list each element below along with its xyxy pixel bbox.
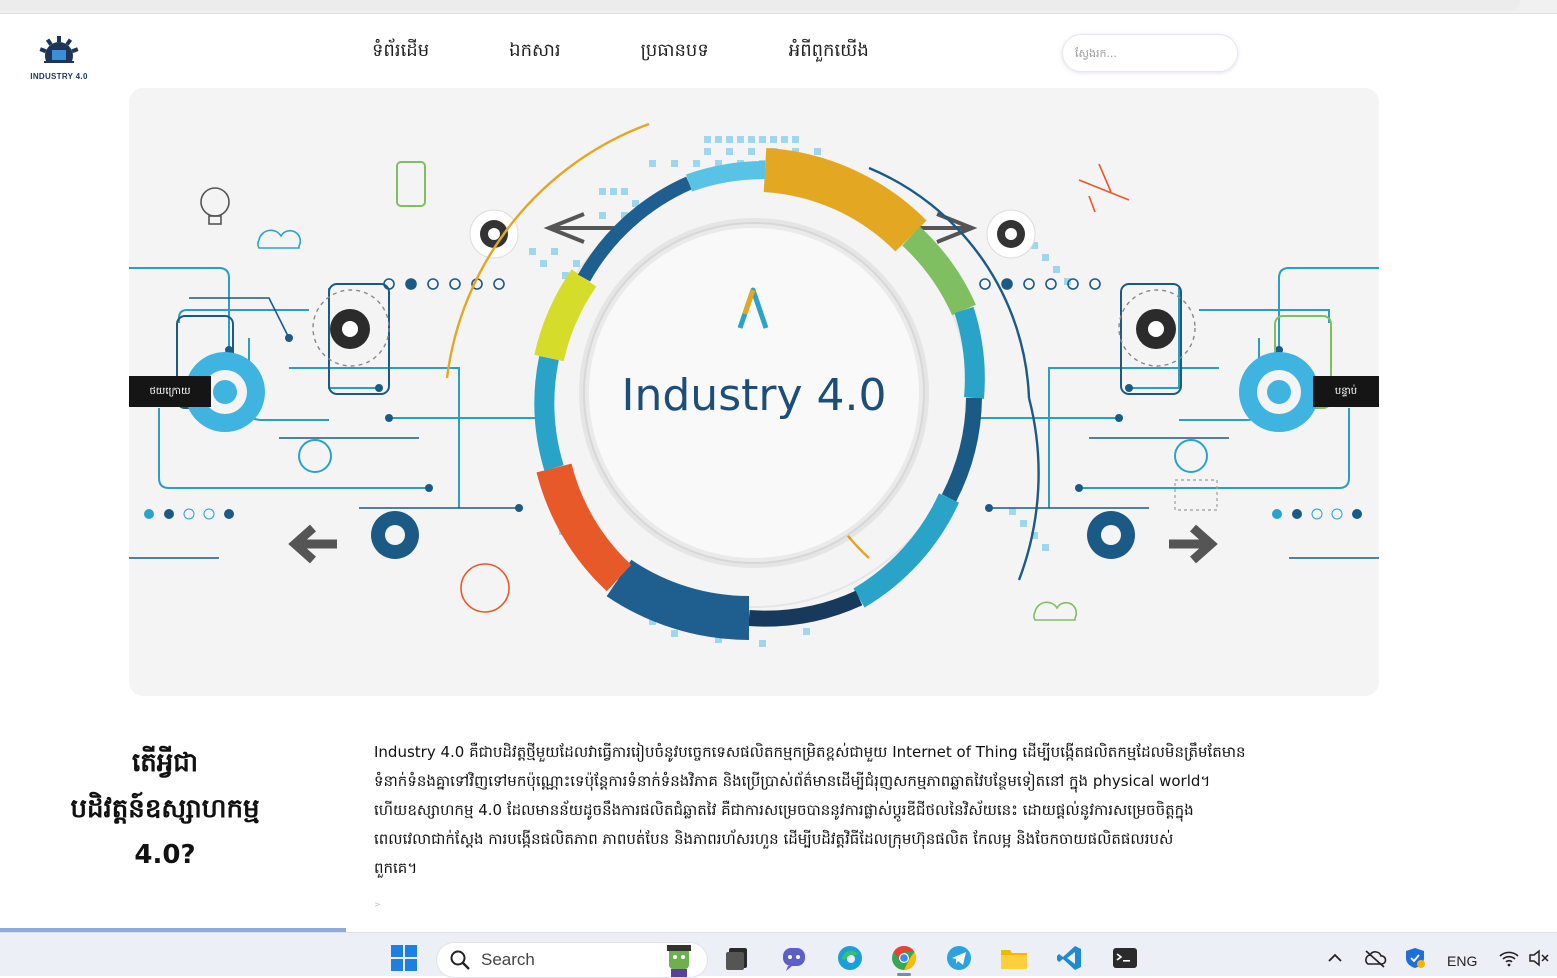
telegram-icon[interactable] bbox=[944, 943, 974, 973]
article-heading-line-3: 4.0? bbox=[134, 840, 196, 870]
paragraph-line: ពេលវេលាជាក់ស្តែង ការបង្កើនផលិតភាព ភាពបត់… bbox=[374, 830, 1174, 848]
right-big-gear bbox=[1239, 352, 1319, 432]
browser-strip-bar bbox=[0, 0, 1520, 11]
browser-top-strip bbox=[0, 0, 1557, 14]
paragraph-line: ទំនាក់ទំនងគ្នាទៅវិញទៅមកប៉ុណ្ណោះទេប៉ុន្តែ… bbox=[374, 772, 1211, 790]
article-heading-line-1: តើអ្វីជា bbox=[131, 748, 198, 778]
language-indicator[interactable]: ENG bbox=[1447, 953, 1477, 969]
right-bottom-gear bbox=[1087, 511, 1135, 559]
logo-text: INDUSTRY 4.0 bbox=[30, 72, 88, 81]
paragraph-line: ហើយឧស្សាហកម្ម 4.0 ដែលមានន័យដូចនឹងការផលិត… bbox=[374, 801, 1194, 819]
left-lightbulb bbox=[200, 187, 230, 225]
nav-documents[interactable]: ឯកសារ bbox=[509, 38, 560, 65]
hero-title: Industry 4.0 bbox=[622, 370, 887, 421]
folder-icon[interactable] bbox=[999, 943, 1029, 973]
main-nav: ទំព័រដើម ឯកសារ ប្រធានបទ អំពីពួកយើង bbox=[372, 38, 869, 65]
taskbar-search-label: Search bbox=[481, 950, 535, 969]
article-paragraph: Industry 4.0 គឺជាបដិវត្តថ្មីមួយដែលវាធ្វើ… bbox=[374, 738, 1454, 883]
onedrive-icon[interactable] bbox=[1360, 943, 1390, 973]
left-cloud bbox=[257, 229, 302, 249]
wifi-icon[interactable] bbox=[1494, 943, 1524, 973]
volume-muted-icon[interactable] bbox=[1524, 943, 1554, 973]
left-bottom-arrow bbox=[288, 524, 337, 564]
windows-taskbar: Search ENG bbox=[0, 932, 1557, 978]
right-small-gear bbox=[1136, 309, 1176, 349]
right-cloud bbox=[1033, 601, 1078, 621]
site-header: INDUSTRY 4.0 ទំព័រដើម ឯកសារ ប្រធានបទ អំព… bbox=[0, 20, 1557, 90]
nav-topics[interactable]: ប្រធានបទ bbox=[641, 38, 709, 65]
hero-carousel: Industry 4.0 ថយក្រោយ បន្ទាប់ bbox=[129, 88, 1379, 696]
article-heading: តើអ្វីជា បដិវត្តន៍ឧស្សាហកម្ម 4.0? bbox=[40, 740, 290, 878]
windows-start-icon[interactable] bbox=[389, 943, 419, 973]
vscode-icon[interactable] bbox=[1054, 943, 1084, 973]
paragraph-line: Industry 4.0 គឺជាបដិវត្តថ្មីមួយដែលវាធ្វើ… bbox=[374, 743, 1246, 761]
terminal-icon[interactable] bbox=[1110, 943, 1140, 973]
right-bottom-arrow bbox=[1169, 524, 1218, 564]
article-heading-line-2: បដិវត្តន៍ឧស្សាហកម្ម bbox=[70, 794, 260, 824]
right-airplane bbox=[1078, 163, 1130, 213]
search-input[interactable] bbox=[1075, 35, 1225, 71]
carousel-prev-button[interactable]: ថយក្រោយ bbox=[129, 376, 211, 407]
paragraph-line: ពួកគេ។ bbox=[374, 859, 418, 877]
widget-character-icon bbox=[667, 945, 691, 977]
chrome-icon[interactable] bbox=[889, 943, 919, 973]
nav-home[interactable]: ទំព័រដើម bbox=[372, 38, 429, 65]
carousel-next-button[interactable]: បន្ទាប់ bbox=[1313, 376, 1379, 407]
left-top-gear bbox=[469, 209, 519, 259]
file-explorer-dark-icon[interactable] bbox=[722, 943, 752, 973]
left-network-ball bbox=[460, 563, 510, 613]
teams-chat-icon[interactable] bbox=[779, 943, 809, 973]
left-phone-graphic bbox=[396, 161, 426, 207]
footer-mark: > bbox=[374, 900, 381, 909]
nav-about[interactable]: អំពីពួកយើង bbox=[789, 38, 869, 65]
industry-4-illustration: Industry 4.0 bbox=[129, 122, 1379, 647]
search-icon bbox=[450, 950, 470, 970]
search-box bbox=[1062, 34, 1238, 72]
logo-gear-icon bbox=[36, 36, 82, 70]
left-circuit-nodes bbox=[383, 278, 505, 290]
edge-icon[interactable] bbox=[835, 943, 865, 973]
right-top-gear bbox=[986, 209, 1036, 259]
left-bottom-gear bbox=[371, 511, 419, 559]
chevron-up-icon[interactable] bbox=[1320, 943, 1350, 973]
taskbar-search[interactable]: Search bbox=[436, 942, 708, 978]
security-shield-icon[interactable] bbox=[1400, 943, 1430, 973]
site-logo[interactable]: INDUSTRY 4.0 bbox=[24, 34, 94, 86]
left-small-gear bbox=[330, 309, 370, 349]
